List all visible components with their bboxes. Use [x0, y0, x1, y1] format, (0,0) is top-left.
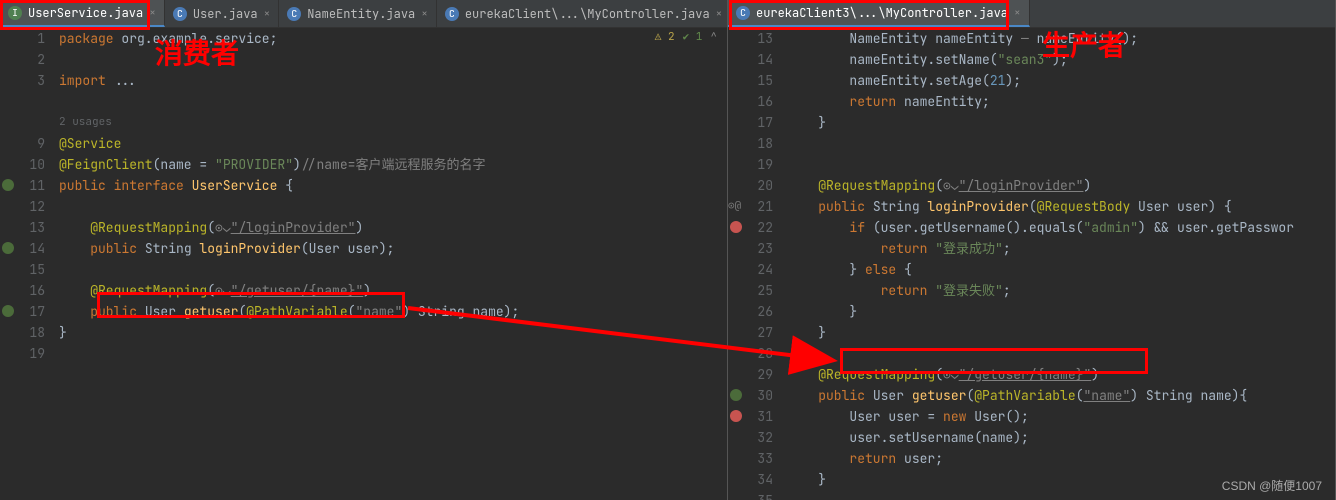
close-icon[interactable]: ×	[149, 6, 156, 20]
code-line[interactable]: User user = new User();	[787, 406, 1335, 427]
code-line[interactable]: 2 usages	[59, 112, 727, 133]
code-line[interactable]	[787, 343, 1335, 364]
tab-label: UserService.java	[28, 5, 143, 21]
code-line[interactable]: public String loginProvider(@RequestBody…	[787, 196, 1335, 217]
code-line[interactable]: }	[59, 322, 727, 343]
code-line[interactable]	[787, 154, 1335, 175]
watermark: CSDN @随便1007	[1222, 477, 1322, 494]
tab-label: NameEntity.java	[307, 6, 415, 22]
code-line[interactable]: return "登录失败";	[787, 280, 1335, 301]
left-editor[interactable]: ⚠ 2 ✔ 1 ^ 123 910111213141516171819 pack…	[0, 28, 727, 500]
code-line[interactable]	[787, 133, 1335, 154]
code-line[interactable]: nameEntity.setAge(21);	[787, 70, 1335, 91]
code-line[interactable]: public User getuser(@PathVariable("name"…	[787, 385, 1335, 406]
code-line[interactable]: @RequestMapping(⊙⌄"/getuser/{name}")	[787, 364, 1335, 385]
code-line[interactable]: public User getuser(@PathVariable("name"…	[59, 301, 727, 322]
code-line[interactable]	[59, 343, 727, 364]
ok-count: ✔ 1	[683, 30, 703, 44]
left-tab-bar: I UserService.java × C User.java × C NameEntity…	[0, 0, 727, 28]
tab-user-java[interactable]: C User.java ×	[165, 0, 279, 27]
tab-label: User.java	[193, 6, 258, 22]
code-line[interactable]: }	[787, 322, 1335, 343]
code-line[interactable]: NameEntity nameEntity — nameEntity();	[787, 28, 1335, 49]
right-tab-bar: CeurekaClient3\...\MyController.java ×	[728, 0, 1335, 28]
close-icon[interactable]: ×	[716, 7, 723, 21]
status-more: ^	[710, 30, 717, 44]
left-gutter: 123 910111213141516171819	[0, 28, 55, 500]
warnings-count: ⚠ 2	[655, 30, 675, 44]
tab-eurekaclient-mycontroller-java[interactable]: CeurekaClient\...\MyController.java ×	[437, 0, 727, 27]
tab-label: eurekaClient\...\MyController.java	[465, 6, 710, 22]
right-code[interactable]: NameEntity nameEntity — nameEntity(); na…	[783, 28, 1335, 500]
code-line[interactable]: nameEntity.setName("sean3");	[787, 49, 1335, 70]
code-line[interactable]: @Service	[59, 133, 727, 154]
code-line[interactable]: }	[787, 301, 1335, 322]
code-line[interactable]: @RequestMapping(⊙⌄"/loginProvider")	[59, 217, 727, 238]
code-line[interactable]: return nameEntity;	[787, 91, 1335, 112]
code-line[interactable]: @RequestMapping(⊙⌄"/loginProvider")	[787, 175, 1335, 196]
code-line[interactable]: return "登录成功";	[787, 238, 1335, 259]
tab-label: eurekaClient3\...\MyController.java	[756, 5, 1008, 21]
class-icon: C	[173, 7, 187, 21]
code-line[interactable]: public String loginProvider(User user);	[59, 238, 727, 259]
tab-userservice-java[interactable]: I UserService.java ×	[0, 0, 165, 27]
code-line[interactable]: package org.example.service;	[59, 28, 727, 49]
code-line[interactable]: @FeignClient(name = "PROVIDER")//name=客户…	[59, 154, 727, 175]
inspection-status: ⚠ 2 ✔ 1 ^	[655, 30, 717, 44]
close-icon[interactable]: ×	[421, 7, 428, 21]
tab-nameentity-java[interactable]: C NameEntity.java ×	[279, 0, 437, 27]
code-line[interactable]: user.setUsername(name);	[787, 427, 1335, 448]
class-icon: C	[445, 7, 459, 21]
class-icon: C	[287, 7, 301, 21]
right-editor[interactable]: 131415161718192021⊙@22232425262728293031…	[728, 28, 1335, 500]
code-line[interactable]: if (user.getUsername().equals("admin") &…	[787, 217, 1335, 238]
left-editor-pane: I UserService.java × C User.java × C NameEntity…	[0, 0, 728, 500]
code-line[interactable]: }	[787, 112, 1335, 133]
left-code[interactable]: package org.example.service; import ... …	[55, 28, 727, 500]
class-icon: C	[736, 6, 750, 20]
code-line[interactable]: @RequestMapping(⊙⌄"/getuser/{name}")	[59, 280, 727, 301]
tab-eurekaclient3-mycontroller-java[interactable]: CeurekaClient3\...\MyController.java ×	[728, 0, 1030, 27]
right-gutter: 131415161718192021⊙@22232425262728293031…	[728, 28, 783, 500]
if-icon: I	[8, 6, 22, 20]
right-editor-pane: CeurekaClient3\...\MyController.java × 13…	[728, 0, 1336, 500]
code-line[interactable]: } else {	[787, 259, 1335, 280]
code-line[interactable]	[59, 196, 727, 217]
code-line[interactable]: public interface UserService {	[59, 175, 727, 196]
code-line[interactable]	[59, 49, 727, 70]
code-line[interactable]	[59, 259, 727, 280]
close-icon[interactable]: ×	[1014, 6, 1021, 20]
code-line[interactable]: import ...	[59, 70, 727, 91]
code-line[interactable]	[59, 91, 727, 112]
code-line[interactable]: return user;	[787, 448, 1335, 469]
close-icon[interactable]: ×	[264, 7, 271, 21]
